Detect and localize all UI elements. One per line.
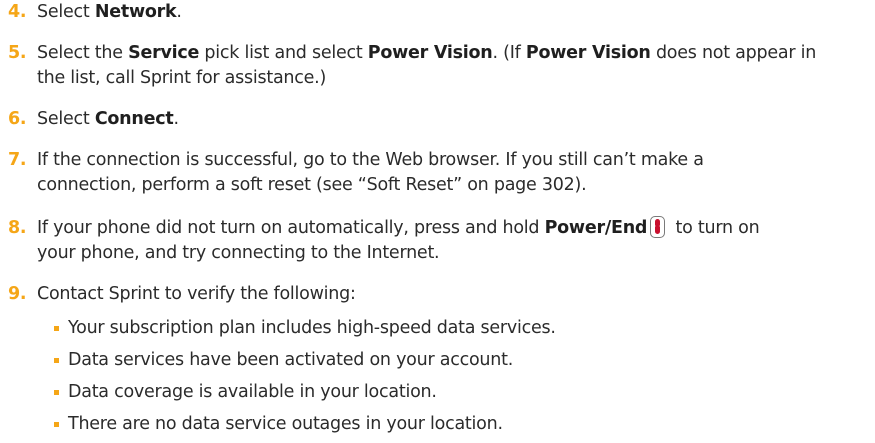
step-number: 7.	[8, 150, 27, 170]
step-number: 4.	[8, 2, 27, 22]
bullet-icon	[54, 326, 59, 331]
step-number: 6.	[8, 109, 27, 129]
bullet-icon	[54, 422, 59, 427]
step-text: If the connection is successful, go to t…	[37, 150, 704, 195]
step-number: 8.	[8, 218, 27, 238]
step-number: 9.	[8, 284, 27, 304]
step-text: Select the Service pick list and select …	[37, 43, 817, 88]
step-text: Select Network.	[37, 2, 182, 22]
service-option: Service	[128, 43, 200, 63]
network-option: Network	[94, 2, 177, 22]
step-text: Contact Sprint to verify the following:	[37, 284, 356, 304]
bullet-icon	[54, 358, 59, 363]
step-number: 5.	[8, 43, 27, 63]
step-text: Select Connect.	[37, 109, 179, 129]
step-text: If your phone did not turn on automatica…	[37, 216, 760, 263]
instruction-page: 4. Select Network. 5. Select the Service…	[0, 0, 875, 443]
power-vision-option: Power Vision	[367, 43, 493, 63]
power-end-key-icon	[650, 216, 666, 238]
connect-option: Connect	[94, 109, 174, 129]
power-end-label: Power/End	[544, 218, 648, 238]
power-vision-option: Power Vision	[525, 43, 651, 63]
bullet-icon	[54, 390, 59, 395]
